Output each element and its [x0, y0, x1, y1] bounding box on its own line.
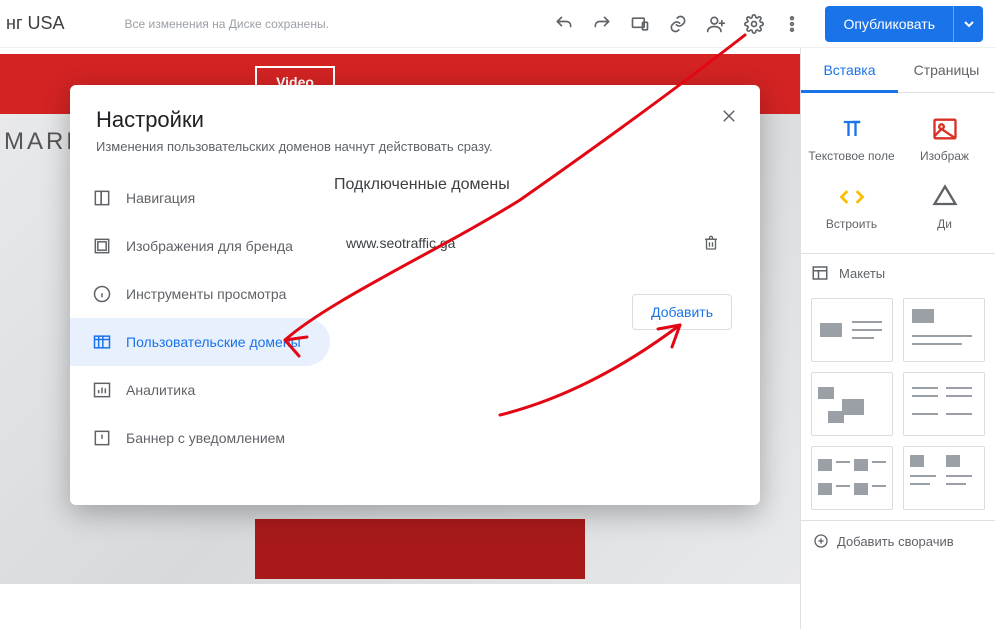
layouts-header: Макеты: [801, 253, 995, 288]
layout-grid: [801, 288, 995, 520]
nav-analytics[interactable]: Аналитика: [70, 366, 330, 414]
nav-label: Навигация: [126, 190, 195, 206]
layout-option-2[interactable]: [903, 298, 985, 362]
nav-label: Пользовательские домены: [126, 334, 301, 350]
layout-option-3[interactable]: [811, 372, 893, 436]
settings-dialog: Настройки Изменения пользовательских дом…: [70, 85, 760, 505]
add-domain-button[interactable]: Добавить: [632, 294, 732, 330]
settings-nav: Навигация Изображения для бренда Инструм…: [70, 162, 330, 505]
tool-label: Ди: [937, 217, 952, 231]
nav-label: Баннер с уведомлением: [126, 430, 285, 446]
layout-option-1[interactable]: [811, 298, 893, 362]
add-collapse-button[interactable]: Добавить сворачив: [801, 520, 995, 561]
collapse-label: Добавить сворачив: [837, 534, 954, 549]
layout-icon: [92, 188, 112, 208]
publish-options-button[interactable]: [953, 6, 983, 42]
tool-embed[interactable]: Встроить: [805, 177, 898, 245]
close-icon: [720, 107, 738, 125]
nav-custom-domains[interactable]: Пользовательские домены: [70, 318, 330, 366]
nav-viewer-tools[interactable]: Инструменты просмотра: [70, 270, 330, 318]
publish-button[interactable]: Опубликовать: [825, 6, 953, 42]
settings-button[interactable]: [735, 5, 773, 43]
nav-banner[interactable]: Баннер с уведомлением: [70, 414, 330, 462]
nav-label: Инструменты просмотра: [126, 286, 286, 302]
share-button[interactable]: [697, 5, 735, 43]
tool-label: Изображ: [920, 149, 969, 163]
more-button[interactable]: [773, 5, 811, 43]
layout-option-6[interactable]: [903, 446, 985, 510]
tool-image[interactable]: Изображ: [898, 109, 991, 177]
nav-label: Изображения для бренда: [126, 238, 293, 254]
banner-icon: [92, 428, 112, 448]
trash-icon: [702, 234, 720, 252]
undo-button[interactable]: [545, 5, 583, 43]
link-icon: [668, 14, 688, 34]
dialog-subtitle: Изменения пользовательских доменов начну…: [96, 139, 734, 154]
nav-label: Аналитика: [126, 382, 195, 398]
layout-option-4[interactable]: [903, 372, 985, 436]
domain-row: www.seotraffic.ga: [334, 220, 732, 266]
canvas-footer-strip: [255, 519, 585, 579]
app-topbar: нг USA Все изменения на Диске сохранены.…: [0, 0, 995, 48]
info-icon: [92, 284, 112, 304]
domain-delete-button[interactable]: [694, 226, 728, 260]
dialog-title: Настройки: [96, 107, 734, 133]
link-button[interactable]: [659, 5, 697, 43]
save-status: Все изменения на Диске сохранены.: [125, 17, 329, 31]
caret-down-icon: [964, 19, 974, 29]
nav-brand-images[interactable]: Изображения для бренда: [70, 222, 330, 270]
settings-content: Подключенные домены www.seotraffic.ga До…: [330, 162, 760, 505]
undo-icon: [554, 14, 574, 34]
domain-name: www.seotraffic.ga: [346, 235, 455, 251]
domain-icon: [92, 332, 112, 352]
plus-icon: [813, 533, 829, 549]
layouts-label: Макеты: [839, 266, 885, 281]
tool-drive[interactable]: Ди: [898, 177, 991, 245]
layout-option-5[interactable]: [811, 446, 893, 510]
redo-icon: [592, 14, 612, 34]
brand-image-icon: [92, 236, 112, 256]
tab-insert[interactable]: Вставка: [801, 48, 898, 93]
image-icon: [931, 115, 959, 143]
gear-icon: [744, 14, 764, 34]
analytics-icon: [92, 380, 112, 400]
nav-navigation[interactable]: Навигация: [70, 174, 330, 222]
text-icon: [838, 115, 866, 143]
doc-title[interactable]: нг USA: [6, 13, 65, 34]
tool-label: Текстовое поле: [808, 149, 894, 163]
embed-icon: [838, 183, 866, 211]
drive-icon: [931, 183, 959, 211]
more-vert-icon: [782, 14, 802, 34]
layouts-icon: [811, 264, 829, 282]
dialog-close-button[interactable]: [712, 99, 746, 133]
tool-label: Встроить: [826, 217, 877, 231]
preview-button[interactable]: [621, 5, 659, 43]
redo-button[interactable]: [583, 5, 621, 43]
devices-icon: [630, 14, 650, 34]
content-heading: Подключенные домены: [334, 176, 732, 194]
person-add-icon: [706, 14, 726, 34]
tool-text-box[interactable]: Текстовое поле: [805, 109, 898, 177]
tab-pages[interactable]: Страницы: [898, 48, 995, 92]
side-panel: Вставка Страницы Текстовое поле Изображ …: [800, 48, 995, 629]
